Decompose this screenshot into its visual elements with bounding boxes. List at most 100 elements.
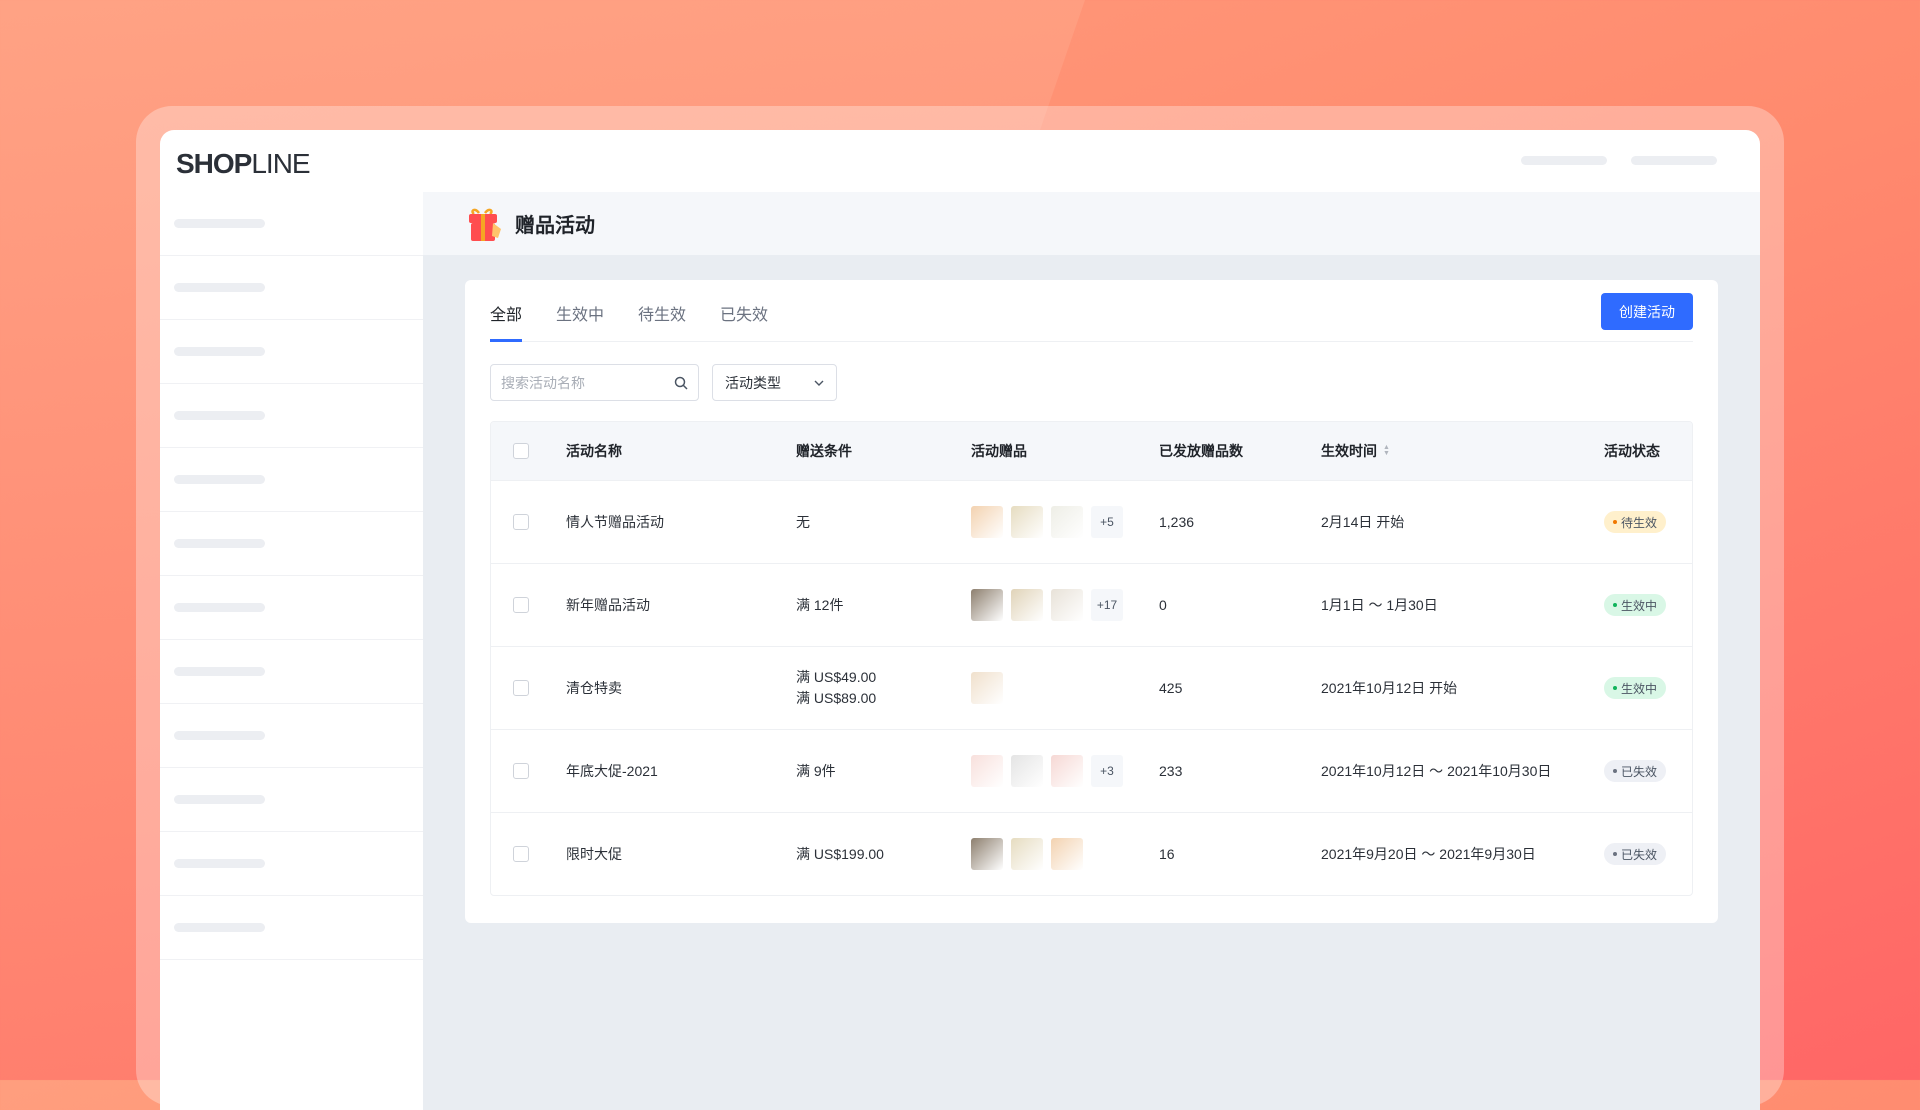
gift-condition: 满 12件 xyxy=(796,595,971,616)
sidebar-item[interactable] xyxy=(160,704,423,768)
issued-count: 0 xyxy=(1159,597,1167,613)
more-gifts-count[interactable]: +17 xyxy=(1091,589,1123,621)
sidebar-item[interactable] xyxy=(160,320,423,384)
gift-thumbnail[interactable] xyxy=(1011,506,1043,538)
tab-all[interactable]: 全部 xyxy=(490,280,523,342)
issued-count: 425 xyxy=(1159,680,1183,696)
gift-thumbnails xyxy=(971,838,1159,870)
sidebar-item-placeholder xyxy=(174,923,265,932)
sidebar-item-placeholder xyxy=(174,283,265,292)
status-dot xyxy=(1613,686,1617,690)
condition-line: 满 9件 xyxy=(796,762,836,779)
issued-count: 16 xyxy=(1159,846,1175,862)
table-row[interactable]: 情人节赠品活动 无 +5 1,236 2月14日 开始 待生效 xyxy=(491,480,1692,563)
issued-count: 1,236 xyxy=(1159,514,1195,530)
row-checkbox[interactable] xyxy=(513,597,529,613)
column-header: 已发放赠品数 xyxy=(1159,443,1243,459)
gift-thumbnail[interactable] xyxy=(971,506,1003,538)
select-all-checkbox[interactable] xyxy=(513,443,529,459)
activity-name: 情人节赠品活动 xyxy=(566,514,664,530)
gift-icon xyxy=(469,208,501,241)
topbar-placeholder xyxy=(1521,156,1607,165)
page-title: 赠品活动 xyxy=(515,215,595,237)
table-row[interactable]: 年底大促-2021 满 9件 +3 233 2021年10月12日 ～ 2021… xyxy=(491,729,1692,812)
activity-type-select[interactable]: 活动类型 xyxy=(712,364,837,401)
effective-time: 2021年10月12日 开始 xyxy=(1321,680,1458,696)
sidebar-item[interactable] xyxy=(160,768,423,832)
sidebar-item[interactable] xyxy=(160,832,423,896)
main-content: 全部 生效中 待生效 已失效 创建活动 活动类型 活动名称 赠送条件 活动赠品 xyxy=(423,255,1760,1110)
row-checkbox[interactable] xyxy=(513,763,529,779)
gift-thumbnails: +5 xyxy=(971,506,1159,538)
status-badge: 生效中 xyxy=(1604,677,1667,699)
effective-time: 2021年9月20日 ～ 2021年9月30日 xyxy=(1321,846,1536,862)
gift-thumbnail[interactable] xyxy=(971,672,1003,704)
tab-active[interactable]: 生效中 xyxy=(556,280,604,342)
gift-thumbnail[interactable] xyxy=(971,755,1003,787)
search-box xyxy=(490,364,699,401)
table-row[interactable]: 新年赠品活动 满 12件 +17 0 1月1日 ～ 1月30日 生效中 xyxy=(491,563,1692,646)
create-activity-button[interactable]: 创建活动 xyxy=(1601,293,1693,330)
page-header: 赠品活动 xyxy=(423,192,1760,255)
sidebar-item[interactable] xyxy=(160,256,423,320)
sort-icon[interactable]: ▲ ▼ xyxy=(1383,444,1390,457)
gift-thumbnails: +3 xyxy=(971,755,1159,787)
gift-thumbnail[interactable] xyxy=(971,589,1003,621)
column-header: 活动赠品 xyxy=(971,443,1027,459)
sidebar-item-placeholder xyxy=(174,475,265,484)
search-icon[interactable] xyxy=(674,376,688,390)
gift-thumbnail[interactable] xyxy=(1051,755,1083,787)
search-input[interactable] xyxy=(501,374,661,391)
gift-thumbnail[interactable] xyxy=(1011,589,1043,621)
column-header-sortable[interactable]: 生效时间 ▲ ▼ xyxy=(1321,441,1604,461)
sidebar-item[interactable] xyxy=(160,192,423,256)
column-header: 活动名称 xyxy=(566,443,622,459)
gift-thumbnail[interactable] xyxy=(1051,506,1083,538)
topbar-placeholder xyxy=(1631,156,1717,165)
status-badge: 已失效 xyxy=(1604,760,1667,782)
activity-panel: 全部 生效中 待生效 已失效 创建活动 活动类型 活动名称 赠送条件 活动赠品 xyxy=(465,280,1718,923)
activity-table: 活动名称 赠送条件 活动赠品 已发放赠品数 生效时间 ▲ ▼ 活动状态 情人节赠品活… xyxy=(490,421,1693,896)
status-badge: 生效中 xyxy=(1604,594,1667,616)
condition-line: 满 US$49.00 xyxy=(796,669,877,685)
sidebar-item[interactable] xyxy=(160,448,423,512)
gift-thumbnail[interactable] xyxy=(971,838,1003,870)
more-gifts-count[interactable]: +3 xyxy=(1091,755,1123,787)
gift-condition: 满 US$49.00 满 US$89.00 xyxy=(796,667,971,709)
gift-thumbnail[interactable] xyxy=(1011,838,1043,870)
effective-time: 2021年10月12日 ～ 2021年10月30日 xyxy=(1321,763,1552,779)
condition-line: 无 xyxy=(796,513,810,530)
status-dot xyxy=(1613,603,1617,607)
sidebar-item-placeholder xyxy=(174,667,265,676)
more-gifts-count[interactable]: +5 xyxy=(1091,506,1123,538)
row-checkbox[interactable] xyxy=(513,514,529,530)
sidebar-item[interactable] xyxy=(160,576,423,640)
row-checkbox[interactable] xyxy=(513,846,529,862)
status-label: 待生效 xyxy=(1621,515,1658,530)
gift-thumbnail[interactable] xyxy=(1051,838,1083,870)
gift-thumbnails: +17 xyxy=(971,589,1159,621)
activity-name: 新年赠品活动 xyxy=(566,597,650,613)
gift-thumbnail[interactable] xyxy=(1011,755,1043,787)
gift-condition: 无 xyxy=(796,512,971,533)
table-row[interactable]: 清仓特卖 满 US$49.00 满 US$89.00 425 2021年10月12… xyxy=(491,646,1692,729)
condition-line: 满 12件 xyxy=(796,596,844,613)
table-row[interactable]: 限时大促 满 US$199.00 16 2021年9月20日 ～ 2021年9月… xyxy=(491,812,1692,895)
sidebar-item[interactable] xyxy=(160,896,423,960)
condition-line: 满 US$199.00 xyxy=(796,845,884,862)
issued-count: 233 xyxy=(1159,763,1183,779)
logo-light: LINE xyxy=(251,148,310,179)
sidebar-item[interactable] xyxy=(160,384,423,448)
status-tabs: 全部 生效中 待生效 已失效 xyxy=(490,280,1693,342)
tab-expired[interactable]: 已失效 xyxy=(720,280,768,342)
tab-pending[interactable]: 待生效 xyxy=(638,280,686,342)
sidebar-item[interactable] xyxy=(160,512,423,576)
activity-name: 年底大促-2021 xyxy=(566,763,658,779)
sidebar xyxy=(160,192,423,1110)
gift-thumbnail[interactable] xyxy=(1051,589,1083,621)
activity-name: 清仓特卖 xyxy=(566,680,622,696)
status-badge: 已失效 xyxy=(1604,843,1667,865)
row-checkbox[interactable] xyxy=(513,680,529,696)
gift-condition: 满 9件 xyxy=(796,761,971,782)
sidebar-item[interactable] xyxy=(160,640,423,704)
